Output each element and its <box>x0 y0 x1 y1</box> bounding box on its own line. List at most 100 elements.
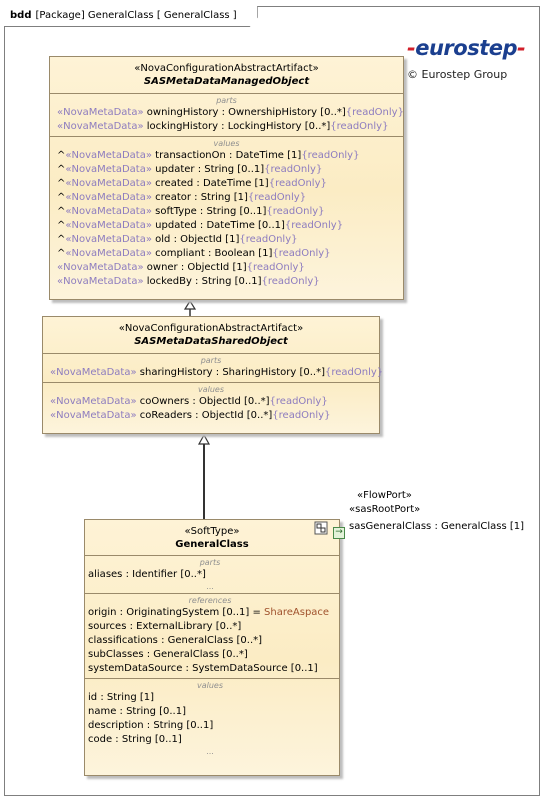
property-type: : GeneralClass [0..*] <box>143 649 248 660</box>
class-sasmetadatamanagedobject[interactable]: «NovaConfigurationAbstractArtifact» SASM… <box>49 56 404 300</box>
flowport-icon[interactable]: → <box>333 527 345 539</box>
property-name: softType <box>155 206 197 217</box>
property-type: : DateTime [1] <box>225 150 302 161</box>
property-row[interactable]: «NovaMetaData» lockedBy : String [0..1]{… <box>57 275 403 289</box>
property-row[interactable]: classifications : GeneralClass [0..*] <box>88 634 339 648</box>
property-stereotype: «NovaMetaData» <box>57 262 147 273</box>
property-stereotype: «NovaMetaData» <box>65 192 156 203</box>
eurostep-logo: -eurostep- <box>407 36 526 60</box>
property-type: : String [0..1] <box>112 734 182 745</box>
property-row[interactable]: code : String [0..1] <box>88 733 339 747</box>
property-row[interactable]: ^«NovaMetaData» updater : String [0..1]{… <box>57 163 403 177</box>
property-row[interactable]: ^«NovaMetaData» compliant : Boolean [1]{… <box>57 247 403 261</box>
property-row[interactable]: ^«NovaMetaData» softType : String [0..1]… <box>57 205 403 219</box>
property-name: code <box>88 734 113 745</box>
property-type: : ObjectId [0..*] <box>191 410 273 421</box>
property-row[interactable]: «NovaMetaData» owner : ObjectId [1]{read… <box>57 261 403 275</box>
port-stereotype-sasrootport: «sasRootPort» <box>349 504 421 515</box>
property-type: : String [1] <box>97 692 155 703</box>
property-name: id <box>88 692 98 703</box>
property-name: aliases <box>88 569 123 580</box>
parts-compartment: parts «NovaMetaData» sharingHistory : Sh… <box>43 353 383 382</box>
property-stereotype: «NovaMetaData» <box>65 220 156 231</box>
property-name: created <box>155 178 194 189</box>
property-name: compliant <box>155 248 205 259</box>
property-row[interactable]: ^«NovaMetaData» transactionOn : DateTime… <box>57 149 403 163</box>
property-row[interactable]: «NovaMetaData» owningHistory : Ownership… <box>57 106 404 120</box>
property-type: : DateTime [1] <box>193 178 269 189</box>
property-modifier: {readOnly} <box>330 121 389 132</box>
property-type: : ObjectId [1] <box>170 234 240 245</box>
compartment-title: values <box>213 139 240 148</box>
property-name: description <box>88 720 144 731</box>
property-type: : String [0..1] <box>194 164 265 175</box>
property-stereotype: «NovaMetaData» <box>50 410 140 421</box>
property-row[interactable]: sources : ExternalLibrary [0..*] <box>88 620 339 634</box>
property-type: : Boolean [1] <box>204 248 273 259</box>
ellipsis: ... <box>206 582 214 591</box>
property-row[interactable]: aliases : Identifier [0..*] <box>88 568 339 582</box>
property-name: updater <box>155 164 195 175</box>
property-row[interactable]: description : String [0..1] <box>88 719 339 733</box>
property-stereotype: «NovaMetaData» <box>65 164 156 175</box>
class-name: SASMetaDataSharedObject <box>134 336 288 347</box>
property-stereotype: «NovaMetaData» <box>65 150 156 161</box>
property-type: : String [0..1] <box>196 206 267 217</box>
values-compartment: values ^«NovaMetaData» transactionOn : D… <box>50 136 403 291</box>
copyright-text: © Eurostep Group <box>407 68 508 81</box>
compartment-title: values <box>197 385 225 394</box>
property-type: : String [0..1] <box>191 276 262 287</box>
property-row[interactable]: ^«NovaMetaData» updated : DateTime [0..1… <box>57 219 403 233</box>
property-row[interactable]: subClasses : GeneralClass [0..*] <box>88 648 339 662</box>
property-name: creator <box>155 192 191 203</box>
property-modifier: {readOnly} <box>239 234 298 245</box>
property-name: coOwners <box>139 396 190 407</box>
property-name: owner <box>146 262 178 273</box>
compartment-title: references <box>188 596 232 605</box>
property-row[interactable]: «NovaMetaData» sharingHistory : SharingH… <box>50 366 383 380</box>
property-stereotype: «NovaMetaData» <box>57 121 147 132</box>
property-row[interactable]: «NovaMetaData» lockingHistory : LockingH… <box>57 120 403 134</box>
property-name: lockingHistory <box>146 121 218 132</box>
property-name: updated <box>155 220 197 231</box>
property-name: origin <box>88 607 117 618</box>
property-row[interactable]: ^«NovaMetaData» created : DateTime [1]{r… <box>57 177 403 191</box>
property-row[interactable]: origin : OriginatingSystem [0..1] = Shar… <box>88 606 339 620</box>
class-stereotype: «NovaConfigurationAbstractArtifact» <box>118 323 304 334</box>
class-name: SASMetaDataManagedObject <box>143 76 310 87</box>
property-type: : SharingHistory [0..*] <box>212 367 325 378</box>
compartment-title: parts <box>200 356 222 365</box>
property-type: : GeneralClass [0..*] <box>157 635 263 646</box>
property-name: sharingHistory <box>139 367 213 378</box>
property-stereotype: «NovaMetaData» <box>57 276 147 287</box>
property-stereotype: «NovaMetaData» <box>50 367 140 378</box>
compartment-title: parts <box>216 96 237 105</box>
softtype-icon <box>314 521 328 535</box>
property-type: : LockingHistory [0..*] <box>218 121 331 132</box>
property-type: : Identifier [0..*] <box>122 569 206 580</box>
compartment-title: parts <box>199 558 221 567</box>
generalization-general-to-shared <box>197 433 211 520</box>
property-row[interactable]: systemDataSource : SystemDataSource [0..… <box>88 662 339 676</box>
property-modifier: {readOnly} <box>284 220 344 231</box>
property-row[interactable]: ^«NovaMetaData» creator : String [1]{rea… <box>57 191 403 205</box>
property-row[interactable]: id : String [1] <box>88 691 339 705</box>
property-modifier: {readOnly} <box>261 276 320 287</box>
property-row[interactable]: «NovaMetaData» coOwners : ObjectId [0..*… <box>50 395 379 409</box>
property-stereotype: «NovaMetaData» <box>65 248 156 259</box>
compartment-title: values <box>196 681 224 690</box>
property-type: : ExternalLibrary [0..*] <box>126 621 242 632</box>
parts-compartment: parts aliases : Identifier [0..*] ... <box>85 555 339 593</box>
property-modifier: {readOnly} <box>272 248 331 259</box>
class-stereotype: «SoftType» <box>184 526 240 537</box>
property-type: : OriginatingSystem [0..1] = <box>116 607 265 618</box>
ellipsis: ... <box>206 747 214 756</box>
property-row[interactable]: name : String [0..1] <box>88 705 339 719</box>
property-modifier: {readOnly} <box>264 164 323 175</box>
references-compartment: references origin : OriginatingSystem [0… <box>85 593 339 678</box>
property-row[interactable]: ^«NovaMetaData» old : ObjectId [1]{readO… <box>57 233 403 247</box>
class-sasmetadatasharedobject[interactable]: «NovaConfigurationAbstractArtifact» SASM… <box>42 316 383 434</box>
property-type: : String [1] <box>190 192 248 203</box>
property-row[interactable]: «NovaMetaData» coReaders : ObjectId [0..… <box>50 409 379 423</box>
class-generalclass[interactable]: «SoftType» GeneralClass parts aliases : … <box>84 519 340 776</box>
